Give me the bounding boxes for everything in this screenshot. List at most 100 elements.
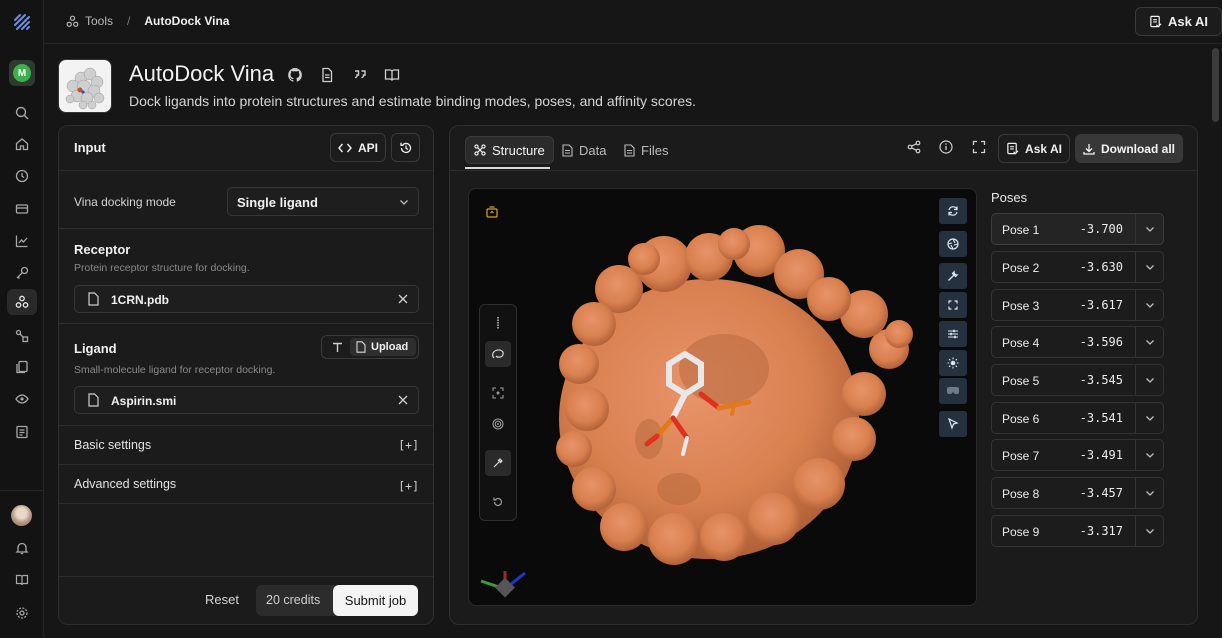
poses-title: Poses (991, 190, 1028, 205)
file-icon (87, 292, 100, 306)
ligand-filename: Aspirin.smi (111, 394, 177, 408)
chevron-down-icon[interactable] (1135, 440, 1163, 470)
page-subtitle: Dock ligands into protein structures and… (129, 93, 697, 109)
pose-score: -3.617 (1079, 298, 1123, 312)
result-ask-ai-button[interactable]: Ask AI (998, 134, 1070, 163)
focus-icon[interactable] (485, 380, 511, 406)
pose-row[interactable]: Pose 7 -3.491 (991, 439, 1164, 471)
pose-name: Pose 5 (1002, 374, 1040, 388)
document-icon[interactable] (319, 67, 335, 83)
tab-structure[interactable]: Structure (465, 136, 554, 164)
sliders-icon[interactable] (939, 321, 967, 347)
breadcrumb-root-link[interactable]: Tools (85, 14, 113, 28)
settings-gear-icon[interactable] (12, 603, 32, 623)
pose-score: -3.700 (1079, 222, 1123, 236)
slider-icon[interactable] (485, 310, 511, 336)
key-icon[interactable] (12, 263, 32, 283)
receptor-file-field[interactable]: 1CRN.pdb (74, 285, 419, 313)
fullscreen-icon[interactable] (972, 140, 986, 154)
chevron-down-icon[interactable] (1135, 214, 1163, 244)
download-icon (1083, 143, 1095, 155)
eye-icon[interactable] (12, 389, 32, 409)
home-icon[interactable] (12, 134, 32, 154)
axes-gizmo (480, 571, 526, 598)
lighting-sun-icon[interactable] (939, 350, 967, 376)
billing-icon[interactable] (12, 199, 32, 219)
tab-files[interactable]: Files (616, 136, 676, 164)
chevron-down-icon[interactable] (1135, 252, 1163, 282)
history-icon[interactable] (12, 166, 32, 186)
history-button[interactable] (391, 133, 420, 162)
tab-files-label: Files (641, 142, 669, 158)
pose-row[interactable]: Pose 9 -3.317 (991, 515, 1164, 547)
chevron-down-icon (399, 197, 409, 207)
basic-settings-expand-toggle[interactable]: [+] (398, 438, 419, 452)
remove-ligand-close-icon[interactable] (398, 395, 408, 405)
pose-row[interactable]: Pose 5 -3.545 (991, 364, 1164, 396)
pose-row[interactable]: Pose 8 -3.457 (991, 477, 1164, 509)
chevron-down-icon[interactable] (1135, 290, 1163, 320)
text-mode-icon[interactable] (328, 340, 346, 355)
brand-logo-icon[interactable] (12, 12, 32, 32)
code-icon (338, 142, 352, 154)
pose-row[interactable]: Pose 1 -3.700 (991, 213, 1164, 245)
chevron-down-icon[interactable] (1135, 516, 1163, 546)
vr-headset-icon[interactable] (939, 378, 967, 404)
advanced-settings-row[interactable]: Advanced settings [+] (59, 464, 433, 504)
ligand-section: Ligand Upload Small-molecule ligand for … (59, 323, 433, 425)
lasso-select-icon[interactable] (485, 341, 511, 367)
ligand-file-field[interactable]: Aspirin.smi (74, 386, 419, 414)
quote-icon[interactable] (352, 67, 368, 83)
files-icon[interactable] (12, 357, 32, 377)
submit-job-button[interactable]: Submit job (333, 585, 418, 616)
remove-receptor-close-icon[interactable] (398, 294, 408, 304)
chevron-down-icon[interactable] (1135, 478, 1163, 508)
github-icon[interactable] (287, 67, 303, 83)
page-scrollbar-thumb[interactable] (1212, 48, 1219, 122)
wrench-icon[interactable] (939, 263, 967, 289)
camera-snapshot-icon[interactable] (485, 205, 499, 219)
pose-row[interactable]: Pose 2 -3.630 (991, 251, 1164, 283)
tools-icon[interactable] (7, 289, 37, 315)
upload-mode-button[interactable]: Upload (350, 338, 416, 356)
chevron-down-icon[interactable] (1135, 327, 1163, 357)
api-button[interactable]: API (330, 133, 386, 162)
pose-row[interactable]: Pose 6 -3.541 (991, 402, 1164, 434)
ask-ai-button[interactable]: Ask AI (1135, 7, 1222, 36)
pose-row[interactable]: Pose 3 -3.617 (991, 289, 1164, 321)
info-icon[interactable] (939, 140, 953, 154)
download-all-button[interactable]: Download all (1075, 134, 1183, 163)
pipette-icon[interactable] (485, 450, 511, 476)
auto-rotate-icon[interactable] (939, 198, 967, 224)
reset-view-icon[interactable] (485, 489, 511, 515)
chevron-down-icon[interactable] (1135, 365, 1163, 395)
analytics-icon[interactable] (12, 231, 32, 251)
notes-icon[interactable] (12, 422, 32, 442)
bell-icon[interactable] (12, 538, 32, 558)
share-icon[interactable] (907, 140, 921, 154)
expand-view-icon[interactable] (939, 292, 967, 318)
basic-settings-row[interactable]: Basic settings [+] (59, 425, 433, 464)
upload-label: Upload (371, 341, 409, 353)
advanced-settings-expand-toggle[interactable]: [+] (398, 479, 419, 493)
chevron-down-icon[interactable] (1135, 403, 1163, 433)
molecule-3d-viewer[interactable] (468, 188, 977, 606)
docking-mode-select[interactable]: Single ligand (227, 187, 419, 216)
tools-breadcrumb-icon (66, 15, 79, 28)
docs-book-icon[interactable] (12, 570, 32, 590)
pose-name: Pose 7 (1002, 449, 1040, 463)
aperture-icon[interactable] (939, 231, 967, 257)
pose-row[interactable]: Pose 4 -3.596 (991, 326, 1164, 358)
pointer-cursor-icon[interactable] (939, 411, 967, 437)
tab-data[interactable]: Data (554, 136, 614, 164)
reset-button[interactable]: Reset (205, 592, 239, 607)
target-icon[interactable] (485, 411, 511, 437)
book-icon[interactable] (384, 67, 400, 83)
input-panel: Input API Vina docking mode Single ligan… (58, 125, 434, 625)
search-icon[interactable] (12, 103, 32, 123)
user-avatar[interactable] (11, 505, 32, 526)
workspace-badge[interactable]: M (9, 60, 35, 86)
workspace-initial: M (13, 64, 31, 82)
workflow-icon[interactable] (12, 326, 32, 346)
ligand-hint: Small-molecule ligand for receptor docki… (74, 364, 276, 376)
